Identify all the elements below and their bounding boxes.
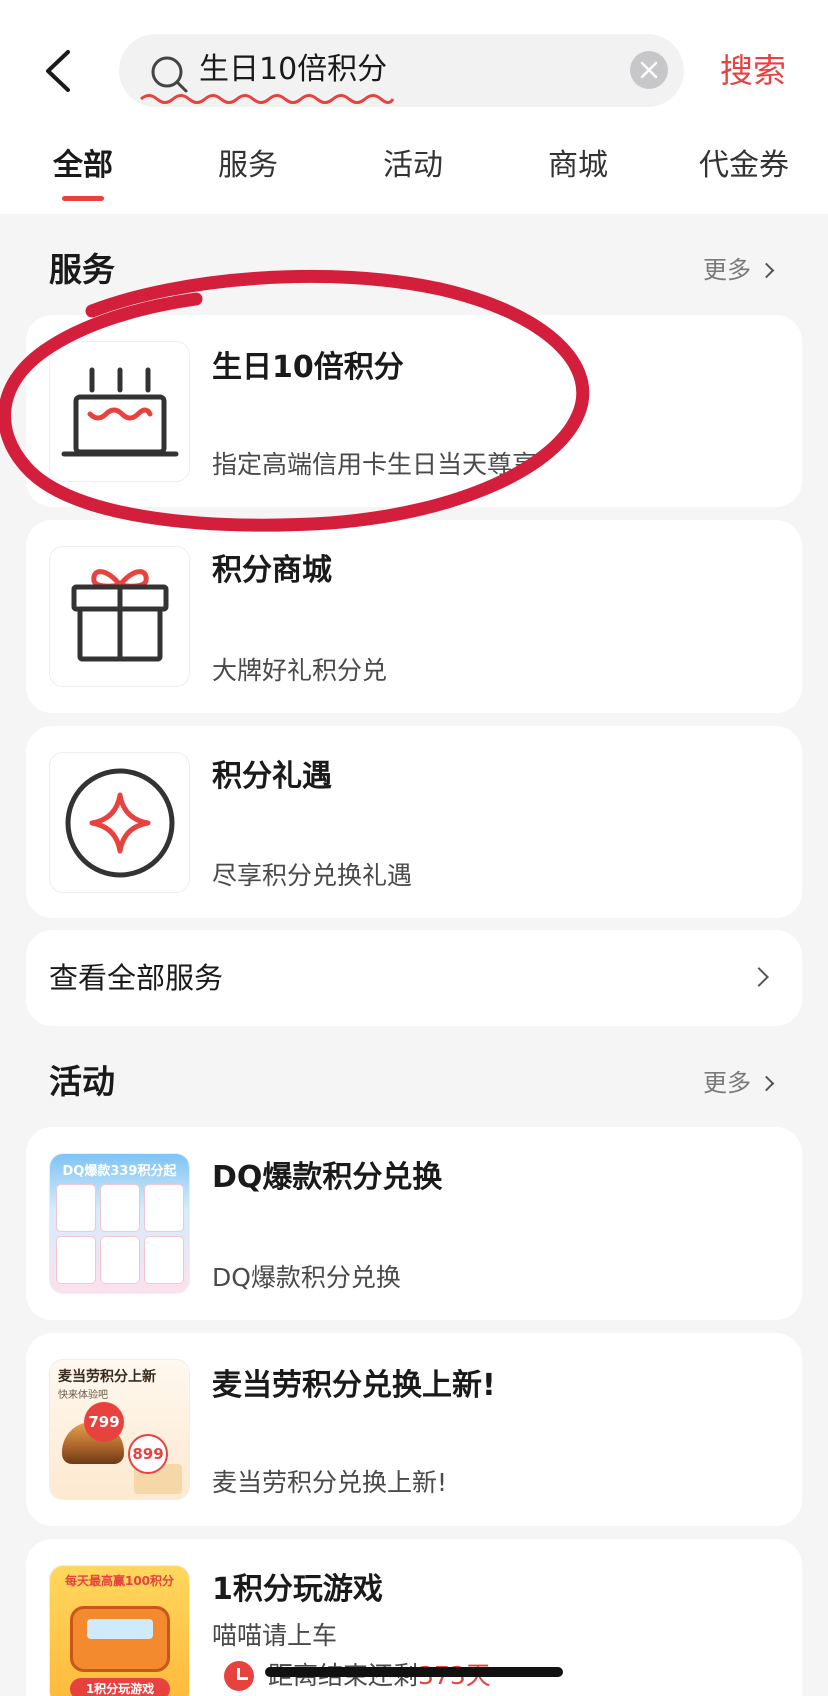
view-all-services-button[interactable]: 查看全部服务 xyxy=(26,930,802,1026)
product-tile xyxy=(144,1184,184,1232)
category-tabs: 全部 服务 活动 商城 代金券 xyxy=(0,144,828,204)
activity-card-dq[interactable]: DQ爆款339积分起 DQ爆款积分兑换 DQ爆款积分兑换 xyxy=(26,1127,802,1320)
tab-services[interactable]: 服务 xyxy=(218,144,278,188)
service-title: 生日10倍积分 xyxy=(212,350,404,385)
service-title: 积分商城 xyxy=(212,553,332,588)
search-query-text[interactable]: 生日10倍积分 xyxy=(199,50,387,90)
top-bar: 生日10倍积分 搜索 全部 服务 活动 商城 代金券 xyxy=(0,0,828,214)
close-icon xyxy=(640,61,658,79)
spellcheck-underline xyxy=(140,94,395,104)
activity-card-mcdonalds[interactable]: 麦当劳积分上新 快来体验吧 799 899 麦当劳积分兑换上新! 麦当劳积分兑换… xyxy=(26,1333,802,1526)
more-label: 更多 xyxy=(703,1069,751,1097)
activity-title: DQ爆款积分兑换 xyxy=(212,1160,443,1195)
activities-section-title: 活动 xyxy=(49,1062,115,1101)
activity-subtitle: 喵喵请上车 xyxy=(212,1621,338,1650)
game-promo-footer: 1积分玩游戏 xyxy=(70,1678,170,1696)
product-tile xyxy=(56,1184,96,1232)
birthday-cake-icon xyxy=(61,367,179,457)
service-thumbnail xyxy=(49,546,190,687)
more-label: 更多 xyxy=(703,256,751,284)
tab-mall[interactable]: 商城 xyxy=(548,144,608,188)
chevron-left-icon xyxy=(46,50,70,92)
activity-thumbnail-game: 每天最高赢100积分 1积分玩游戏 xyxy=(49,1565,190,1696)
product-tile xyxy=(100,1184,140,1232)
active-tab-indicator xyxy=(62,196,104,201)
services-more-link[interactable]: 更多 xyxy=(703,253,775,287)
service-thumbnail xyxy=(49,752,190,893)
service-card-birthday-points[interactable]: 生日10倍积分 指定高端信用卡生日当天尊享 xyxy=(26,315,802,507)
activity-thumbnail-dq: DQ爆款339积分起 xyxy=(49,1153,190,1294)
product-tile xyxy=(144,1236,184,1284)
services-section-title: 服务 xyxy=(49,250,115,289)
search-icon xyxy=(151,56,188,93)
price-badge: 899 xyxy=(128,1434,168,1474)
activities-more-link[interactable]: 更多 xyxy=(703,1066,775,1100)
back-button[interactable] xyxy=(40,46,80,96)
dq-promo-banner: DQ爆款339积分起 xyxy=(62,1164,177,1179)
price-badge: 799 xyxy=(84,1402,124,1442)
gift-box-icon xyxy=(71,569,169,662)
game-promo-banner: 每天最高赢100积分 xyxy=(64,1574,175,1588)
view-all-services-label: 查看全部服务 xyxy=(49,961,224,995)
chevron-right-icon xyxy=(758,262,775,279)
chevron-right-icon xyxy=(749,967,769,987)
activity-title: 麦当劳积分兑换上新! xyxy=(212,1368,496,1403)
service-card-points-mall[interactable]: 积分商城 大牌好礼积分兑 xyxy=(26,520,802,713)
search-button[interactable]: 搜索 xyxy=(720,50,786,92)
service-subtitle: 大牌好礼积分兑 xyxy=(212,656,388,685)
product-tile xyxy=(56,1236,96,1284)
chevron-right-icon xyxy=(758,1075,775,1092)
mcdonalds-promo-subtitle: 快来体验吧 xyxy=(58,1390,108,1401)
sparkle-star-icon xyxy=(65,768,175,878)
product-tile xyxy=(100,1236,140,1284)
service-title: 积分礼遇 xyxy=(212,759,332,794)
service-card-points-privileges[interactable]: 积分礼遇 尽享积分兑换礼遇 xyxy=(26,726,802,918)
home-indicator xyxy=(265,1667,563,1677)
tab-activities[interactable]: 活动 xyxy=(383,144,443,188)
bus-illustration xyxy=(70,1606,170,1672)
service-subtitle: 指定高端信用卡生日当天尊享 xyxy=(212,450,538,479)
clear-search-button[interactable] xyxy=(630,51,668,89)
activity-thumbnail-mcdonalds: 麦当劳积分上新 快来体验吧 799 899 xyxy=(49,1359,190,1500)
dq-product-grid xyxy=(56,1184,184,1284)
tab-vouchers[interactable]: 代金券 xyxy=(699,144,789,188)
activity-title: 1积分玩游戏 xyxy=(212,1572,383,1607)
tab-all[interactable]: 全部 xyxy=(53,144,113,188)
service-thumbnail xyxy=(49,341,190,482)
clock-icon xyxy=(224,1661,254,1691)
search-input[interactable]: 生日10倍积分 xyxy=(119,34,684,107)
service-subtitle: 尽享积分兑换礼遇 xyxy=(212,861,413,890)
mcdonalds-promo-title: 麦当劳积分上新 xyxy=(58,1369,156,1385)
activity-subtitle: 麦当劳积分兑换上新! xyxy=(212,1468,448,1497)
activity-subtitle: DQ爆款积分兑换 xyxy=(212,1263,401,1292)
